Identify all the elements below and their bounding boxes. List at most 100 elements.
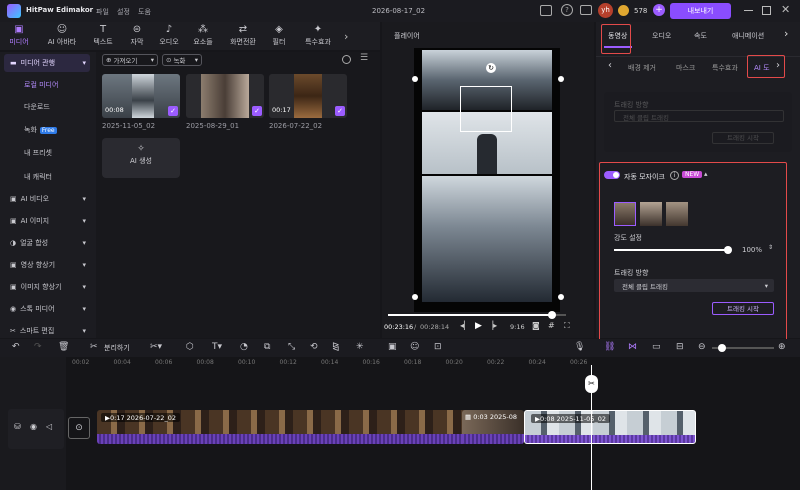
sidebar-item-local-media[interactable]: 로컬 미디어 [4,76,90,94]
playback-scrubber[interactable] [388,314,566,316]
resize-handle[interactable] [558,294,564,300]
subtab-bg-remove[interactable]: 배경 제거 [628,63,656,73]
play-icon[interactable]: ▶ [475,321,482,331]
sidebar-item-ai-video[interactable]: ▣ AI 비디오 ▾ [4,190,90,208]
face-thumb[interactable] [666,202,688,226]
media-thumb-2[interactable]: ✓ [186,74,264,118]
tab-subtitle[interactable]: ⊜ 자막 [120,22,154,50]
tab-media[interactable]: ▣ 미디어 [2,22,36,50]
redo-icon[interactable]: ↷ [34,342,42,352]
checkbox-checked-icon[interactable]: ✓ [252,106,262,116]
sidebar-item-face-swap[interactable]: ◑ 얼굴 합성 ▾ [4,234,90,252]
cover-image-icon[interactable]: ⊙ [68,417,90,439]
help-icon[interactable]: ? [561,4,573,16]
undo-icon[interactable]: ↶ [12,342,20,352]
export-button[interactable]: 내보내기 [670,3,731,19]
prev-frame-icon[interactable]: ◂▏ [460,321,470,330]
timeline-clip-1[interactable]: ▶ 0:17 2026-07-22_02 [97,410,523,444]
strength-knob[interactable] [724,246,732,254]
freeze-icon[interactable]: ✳ [356,342,364,352]
resize-handle[interactable] [412,294,418,300]
crop-tool-icon[interactable]: ⧉ [264,342,270,352]
chevron-left-icon[interactable]: ‹ [608,60,612,71]
playhead-scissors-icon[interactable]: ✂ [585,375,598,393]
sidebar-item-ai-image[interactable]: ▣ AI 이미지 ▾ [4,212,90,230]
subtab-effects[interactable]: 특수효과 [712,63,738,73]
menu-file[interactable]: 파일 [96,7,109,17]
chevron-up-icon[interactable]: ▴ [704,170,708,178]
tab-speed[interactable]: 속도 [694,31,707,41]
screen-icon[interactable] [540,5,552,16]
add-credit-icon[interactable]: + [653,4,665,16]
face-thumb[interactable] [614,202,636,226]
time-ruler[interactable]: 00:02 00:04 00:06 00:08 00:10 00:12 00:14 00:16… [66,357,800,371]
sidebar-item-stock-media[interactable]: ◉ 스톡 미디어 ▾ [4,300,90,318]
tracking-select[interactable]: 전체 클립 트래킹 ▾ [614,279,774,292]
split-label[interactable]: 분리하기 [104,343,130,353]
subtitle-tool-icon[interactable]: ▣ [388,342,397,352]
timeline-clip-2[interactable]: ▦ 0:03 2025-08 [462,410,524,444]
speaker-icon[interactable]: ◁ [46,422,52,431]
timeline-clip-3-selected[interactable]: ▶ 0:08 2025-11-05_02 [524,410,696,444]
reverse-icon[interactable]: ⟲ [310,342,318,352]
tab-ai-avatar[interactable]: ☺ AI 아바타 [40,22,84,50]
next-frame-icon[interactable]: ▕▸ [487,321,497,330]
tab-animation[interactable]: 애니메이션 [732,31,764,41]
sidebar-item-smart-edit[interactable]: ✂ 스마트 편집 ▾ [4,322,90,340]
menu-settings[interactable]: 설정 [117,7,130,17]
strength-slider[interactable] [614,249,728,251]
stepper-icon[interactable]: ⇕ [768,244,773,251]
fullscreen-icon[interactable]: ⛶ [564,321,570,331]
scrubber-knob[interactable] [548,311,556,319]
link-icon[interactable]: ⛓ [604,342,615,352]
lock-icon[interactable]: ⛁ [14,422,21,431]
message-icon[interactable] [580,5,592,15]
maximize-icon[interactable] [762,6,771,15]
checkbox-checked-icon[interactable]: ✓ [335,106,345,116]
resize-handle[interactable] [412,76,418,82]
tab-audio[interactable]: ♪ 오디오 [152,22,186,50]
track-icon[interactable]: ▭ [652,342,661,352]
face-tool-icon[interactable]: ☺ [410,342,419,352]
tab-transition[interactable]: ⇄ 화면전환 [224,22,262,50]
crop-icon[interactable]: # [548,321,555,330]
tab-text[interactable]: T 텍스트 [86,22,120,50]
speed-icon[interactable]: ◔ [240,342,248,352]
chevron-right-icon[interactable]: › [344,30,348,43]
search-icon[interactable] [342,55,351,64]
record-dropdown[interactable]: ⊙ 녹화 ▾ [162,54,202,66]
sidebar-item-project-media[interactable]: ▬ 미디어 관행 ▾ [4,54,90,72]
close-icon[interactable]: ✕ [781,3,790,16]
cut-tool-icon[interactable]: ✂▾ [150,342,162,352]
tracking-start-button[interactable]: 트래킹 시작 [712,302,774,315]
tab-filter[interactable]: ◈ 필터 [262,22,296,50]
media-thumb-1[interactable]: 00:08 ✓ [102,74,180,118]
tab-elements[interactable]: ⁂ 요소들 [186,22,220,50]
list-view-icon[interactable]: ☰ [360,53,368,63]
video-canvas[interactable]: ↻ [412,48,564,312]
sidebar-item-video-enhancer[interactable]: ▣ 영상 향상기 ▾ [4,256,90,274]
checkbox-checked-icon[interactable]: ✓ [168,106,178,116]
eye-icon[interactable]: ◉ [30,422,37,431]
text-tool-icon[interactable]: T▾ [212,342,222,352]
sidebar-item-record[interactable]: 녹화 Free [4,121,90,139]
resize-tool-icon[interactable]: ⤡ [288,342,295,352]
info-icon[interactable]: i [670,171,679,180]
sidebar-item-my-preset[interactable]: 내 프리셋 [4,144,90,162]
sidebar-item-image-enhancer[interactable]: ▣ 이미지 향상기 ▾ [4,278,90,296]
zoom-knob[interactable] [718,344,726,352]
snap-icon[interactable]: ⋈ [628,342,637,352]
rotate-icon[interactable]: ↻ [486,63,496,73]
screenshot-icon[interactable]: ⊡ [434,342,442,352]
face-thumb[interactable] [640,202,662,226]
minimize-icon[interactable] [744,10,753,11]
import-dropdown[interactable]: ⊕ 가져오기 ▾ [102,54,158,66]
tab-effects[interactable]: ✦ 특수효과 [298,22,338,50]
scissors-icon[interactable]: ✂ [90,342,98,352]
mic-icon[interactable]: 🎙 [574,342,585,352]
resize-handle[interactable] [558,76,564,82]
marker-icon[interactable]: ⬡ [186,342,194,352]
sidebar-item-my-character[interactable]: 내 캐릭터 [4,168,90,186]
aspect-ratio[interactable]: 9:16 [510,323,525,331]
subtab-mask[interactable]: 마스크 [676,63,695,73]
